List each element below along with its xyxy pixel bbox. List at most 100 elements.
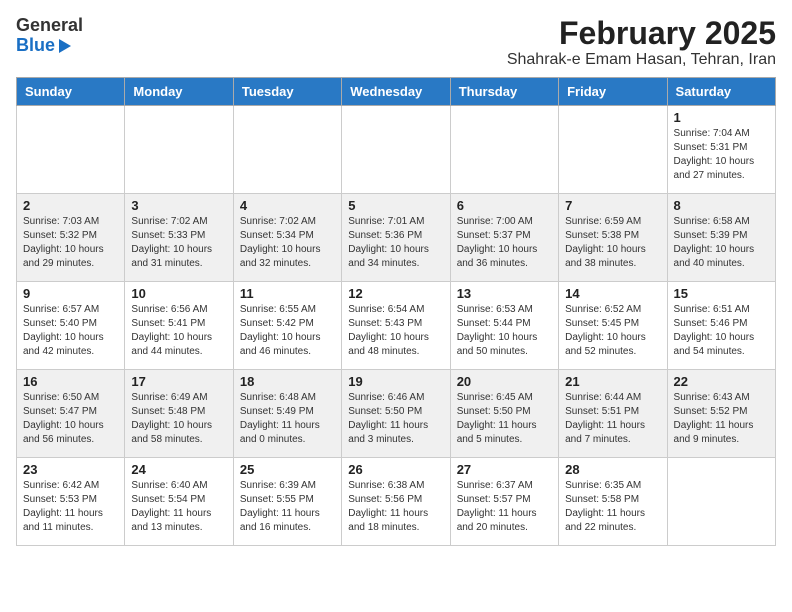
day-info: Sunrise: 6:58 AM Sunset: 5:39 PM Dayligh… <box>674 215 769 271</box>
day-info: Sunrise: 6:45 AM Sunset: 5:50 PM Dayligh… <box>457 391 552 447</box>
calendar-cell: 10 Sunrise: 6:56 AM Sunset: 5:41 PM Dayli… <box>125 282 233 370</box>
day-info: Sunrise: 6:40 AM Sunset: 5:54 PM Dayligh… <box>131 479 226 535</box>
day-number: 1 <box>674 110 769 125</box>
day-info: Sunrise: 6:46 AM Sunset: 5:50 PM Dayligh… <box>348 391 443 447</box>
day-number: 13 <box>457 286 552 301</box>
calendar-cell <box>342 106 450 194</box>
calendar-cell: 19 Sunrise: 6:46 AM Sunset: 5:50 PM Dayli… <box>342 370 450 458</box>
logo-general: General <box>16 16 83 36</box>
calendar-cell: 11 Sunrise: 6:55 AM Sunset: 5:42 PM Dayli… <box>233 282 341 370</box>
weekday-header-monday: Monday <box>125 78 233 106</box>
day-info: Sunrise: 7:03 AM Sunset: 5:32 PM Dayligh… <box>23 215 118 271</box>
calendar-week-row: 2 Sunrise: 7:03 AM Sunset: 5:32 PM Daylig… <box>17 194 776 282</box>
day-number: 6 <box>457 198 552 213</box>
calendar-cell: 1 Sunrise: 7:04 AM Sunset: 5:31 PM Daylig… <box>667 106 775 194</box>
calendar-cell: 6 Sunrise: 7:00 AM Sunset: 5:37 PM Daylig… <box>450 194 558 282</box>
calendar-week-row: 16 Sunrise: 6:50 AM Sunset: 5:47 PM Dayli… <box>17 370 776 458</box>
day-number: 23 <box>23 462 118 477</box>
calendar-cell: 21Sunrise: 6:44 AM Sunset: 5:51 PM Dayli… <box>559 370 667 458</box>
logo-blue: Blue <box>16 36 55 56</box>
day-info: Sunrise: 6:52 AM Sunset: 5:45 PM Dayligh… <box>565 303 660 359</box>
calendar-cell <box>667 458 775 546</box>
day-number: 15 <box>674 286 769 301</box>
calendar-cell: 7 Sunrise: 6:59 AM Sunset: 5:38 PM Daylig… <box>559 194 667 282</box>
day-number: 18 <box>240 374 335 389</box>
day-number: 19 <box>348 374 443 389</box>
day-number: 24 <box>131 462 226 477</box>
month-year-title: February 2025 <box>507 16 776 51</box>
day-number: 14 <box>565 286 660 301</box>
day-info: Sunrise: 7:04 AM Sunset: 5:31 PM Dayligh… <box>674 127 769 183</box>
calendar-cell: 15 Sunrise: 6:51 AM Sunset: 5:46 PM Dayli… <box>667 282 775 370</box>
weekday-header-row: SundayMondayTuesdayWednesdayThursdayFrid… <box>17 78 776 106</box>
day-info: Sunrise: 6:44 AM Sunset: 5:51 PM Dayligh… <box>565 391 660 447</box>
calendar-cell: 3Sunrise: 7:02 AM Sunset: 5:33 PM Daylig… <box>125 194 233 282</box>
weekday-header-tuesday: Tuesday <box>233 78 341 106</box>
day-number: 9 <box>23 286 118 301</box>
day-info: Sunrise: 6:39 AM Sunset: 5:55 PM Dayligh… <box>240 479 335 535</box>
calendar-table: SundayMondayTuesdayWednesdayThursdayFrid… <box>16 77 776 546</box>
calendar-cell <box>559 106 667 194</box>
calendar-cell: 16 Sunrise: 6:50 AM Sunset: 5:47 PM Dayli… <box>17 370 125 458</box>
day-number: 27 <box>457 462 552 477</box>
day-number: 3 <box>131 198 226 213</box>
weekday-header-sunday: Sunday <box>17 78 125 106</box>
day-info: Sunrise: 6:55 AM Sunset: 5:42 PM Dayligh… <box>240 303 335 359</box>
page-header: General Blue February 2025 Shahrak-e Ema… <box>16 16 776 69</box>
weekday-header-thursday: Thursday <box>450 78 558 106</box>
calendar-cell <box>450 106 558 194</box>
day-info: Sunrise: 6:57 AM Sunset: 5:40 PM Dayligh… <box>23 303 118 359</box>
calendar-title-block: February 2025 Shahrak-e Emam Hasan, Tehr… <box>507 16 776 69</box>
day-number: 20 <box>457 374 552 389</box>
day-number: 11 <box>240 286 335 301</box>
logo-arrow-icon <box>59 39 71 53</box>
day-number: 12 <box>348 286 443 301</box>
calendar-cell: 2 Sunrise: 7:03 AM Sunset: 5:32 PM Daylig… <box>17 194 125 282</box>
calendar-cell: 27 Sunrise: 6:37 AM Sunset: 5:57 PM Dayli… <box>450 458 558 546</box>
day-info: Sunrise: 6:37 AM Sunset: 5:57 PM Dayligh… <box>457 479 552 535</box>
calendar-cell: 23 Sunrise: 6:42 AM Sunset: 5:53 PM Dayli… <box>17 458 125 546</box>
calendar-week-row: 23 Sunrise: 6:42 AM Sunset: 5:53 PM Dayli… <box>17 458 776 546</box>
day-info: Sunrise: 6:38 AM Sunset: 5:56 PM Dayligh… <box>348 479 443 535</box>
day-number: 26 <box>348 462 443 477</box>
day-number: 4 <box>240 198 335 213</box>
day-info: Sunrise: 6:35 AM Sunset: 5:58 PM Dayligh… <box>565 479 660 535</box>
calendar-cell: 4 Sunrise: 7:02 AM Sunset: 5:34 PM Daylig… <box>233 194 341 282</box>
calendar-cell: 18 Sunrise: 6:48 AM Sunset: 5:49 PM Dayli… <box>233 370 341 458</box>
day-number: 7 <box>565 198 660 213</box>
day-info: Sunrise: 6:49 AM Sunset: 5:48 PM Dayligh… <box>131 391 226 447</box>
day-info: Sunrise: 7:02 AM Sunset: 5:34 PM Dayligh… <box>240 215 335 271</box>
calendar-cell: 5Sunrise: 7:01 AM Sunset: 5:36 PM Daylig… <box>342 194 450 282</box>
calendar-cell: 26 Sunrise: 6:38 AM Sunset: 5:56 PM Dayli… <box>342 458 450 546</box>
day-number: 2 <box>23 198 118 213</box>
calendar-cell: 25Sunrise: 6:39 AM Sunset: 5:55 PM Dayli… <box>233 458 341 546</box>
day-number: 16 <box>23 374 118 389</box>
calendar-cell <box>233 106 341 194</box>
day-info: Sunrise: 6:42 AM Sunset: 5:53 PM Dayligh… <box>23 479 118 535</box>
calendar-cell <box>17 106 125 194</box>
calendar-cell: 8Sunrise: 6:58 AM Sunset: 5:39 PM Daylig… <box>667 194 775 282</box>
calendar-cell: 20 Sunrise: 6:45 AM Sunset: 5:50 PM Dayli… <box>450 370 558 458</box>
calendar-cell: 14 Sunrise: 6:52 AM Sunset: 5:45 PM Dayli… <box>559 282 667 370</box>
calendar-cell <box>125 106 233 194</box>
calendar-cell: 9 Sunrise: 6:57 AM Sunset: 5:40 PM Daylig… <box>17 282 125 370</box>
calendar-cell: 28Sunrise: 6:35 AM Sunset: 5:58 PM Dayli… <box>559 458 667 546</box>
day-info: Sunrise: 6:50 AM Sunset: 5:47 PM Dayligh… <box>23 391 118 447</box>
weekday-header-wednesday: Wednesday <box>342 78 450 106</box>
calendar-week-row: 9 Sunrise: 6:57 AM Sunset: 5:40 PM Daylig… <box>17 282 776 370</box>
calendar-cell: 12Sunrise: 6:54 AM Sunset: 5:43 PM Dayli… <box>342 282 450 370</box>
day-info: Sunrise: 6:51 AM Sunset: 5:46 PM Dayligh… <box>674 303 769 359</box>
calendar-cell: 22Sunrise: 6:43 AM Sunset: 5:52 PM Dayli… <box>667 370 775 458</box>
weekday-header-saturday: Saturday <box>667 78 775 106</box>
day-number: 5 <box>348 198 443 213</box>
day-number: 22 <box>674 374 769 389</box>
day-info: Sunrise: 6:59 AM Sunset: 5:38 PM Dayligh… <box>565 215 660 271</box>
calendar-cell: 13 Sunrise: 6:53 AM Sunset: 5:44 PM Dayli… <box>450 282 558 370</box>
weekday-header-friday: Friday <box>559 78 667 106</box>
day-info: Sunrise: 6:56 AM Sunset: 5:41 PM Dayligh… <box>131 303 226 359</box>
day-number: 10 <box>131 286 226 301</box>
day-info: Sunrise: 6:53 AM Sunset: 5:44 PM Dayligh… <box>457 303 552 359</box>
calendar-cell: 24 Sunrise: 6:40 AM Sunset: 5:54 PM Dayli… <box>125 458 233 546</box>
day-info: Sunrise: 6:48 AM Sunset: 5:49 PM Dayligh… <box>240 391 335 447</box>
day-info: Sunrise: 7:00 AM Sunset: 5:37 PM Dayligh… <box>457 215 552 271</box>
